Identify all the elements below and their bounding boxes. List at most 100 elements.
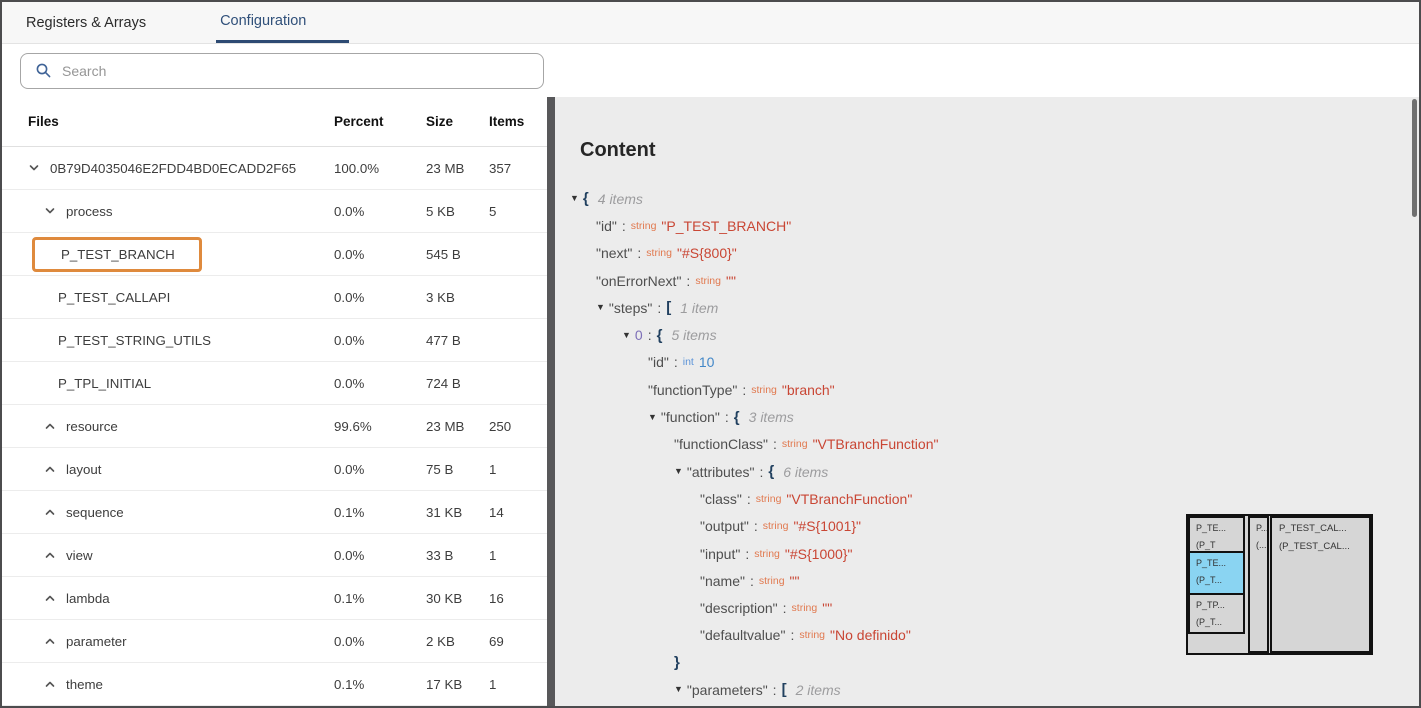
file-row-P_TEST_CALLAPI[interactable]: P_TEST_CALLAPI0.0%3 KB: [2, 276, 547, 319]
file-row-0B79D4035046E2FDD4BD0ECADD2F65[interactable]: 0B79D4035046E2FDD4BD0ECADD2F65100.0%23 M…: [2, 147, 547, 190]
collapse-toggle-icon[interactable]: ▼: [570, 194, 579, 203]
panel-divider-scrollbar[interactable]: [547, 97, 555, 706]
file-name-cell: P_TEST_CALLAPI: [2, 290, 170, 305]
file-percent: 0.0%: [334, 290, 364, 305]
file-row-theme[interactable]: theme0.1%17 KB1: [2, 663, 547, 706]
file-name-cell: lambda: [2, 591, 110, 606]
flow-minimap[interactable]: P_TE... (P_T P_TE... (P_T... P_TP... (P_…: [1186, 514, 1373, 655]
json-value: "#S{800}": [677, 245, 737, 261]
minimap-node[interactable]: P_TP... (P_T...: [1188, 593, 1245, 634]
collapse-toggle-icon[interactable]: ▼: [596, 303, 605, 312]
file-size: 5 KB: [426, 204, 455, 219]
chevron-up-icon[interactable]: [44, 678, 56, 690]
json-colon: :: [773, 682, 777, 698]
file-items: 1: [489, 677, 496, 692]
file-table-header: Files Percent Size Items: [2, 97, 547, 147]
file-percent: 0.0%: [334, 204, 364, 219]
file-row-P_TEST_BRANCH[interactable]: P_TEST_BRANCH0.0%545 B: [2, 233, 547, 276]
minimap-node-sublabel: (P_T...: [1196, 572, 1241, 589]
json-row: "onErrorNext":string"": [555, 267, 1419, 294]
minimap-node[interactable]: P... (...: [1248, 516, 1269, 653]
chevron-up-icon[interactable]: [44, 549, 56, 561]
json-type-label: int: [683, 356, 694, 368]
items-count: 5 items: [662, 327, 716, 343]
items-count: 1 item: [671, 300, 718, 316]
file-name-cell: parameter: [2, 634, 127, 649]
collapse-toggle-icon[interactable]: ▼: [622, 331, 631, 340]
collapse-toggle-icon[interactable]: ▼: [674, 467, 683, 476]
search-box[interactable]: [20, 53, 544, 89]
file-row-P_TPL_INITIAL[interactable]: P_TPL_INITIAL0.0%724 B: [2, 362, 547, 405]
chevron-down-icon[interactable]: [44, 205, 56, 217]
file-row-layout[interactable]: layout 0.0% 75 B 1: [2, 448, 547, 491]
minimap-node-label: P_TE...: [1196, 555, 1241, 572]
collapse-toggle-icon[interactable]: ▼: [674, 685, 683, 694]
tab-configuration[interactable]: Configuration: [216, 2, 349, 43]
json-row: ▼"attributes":{6 items: [555, 458, 1419, 485]
search-icon: [35, 62, 52, 79]
chevron-up-icon[interactable]: [44, 420, 56, 432]
collapse-toggle-icon[interactable]: ▼: [648, 413, 657, 422]
json-value: "#S{1001}": [793, 518, 861, 534]
file-size: 31 KB: [426, 505, 462, 520]
file-items: 14: [489, 505, 504, 520]
column-header-size: Size: [426, 114, 453, 129]
json-key: "input": [700, 546, 740, 562]
chevron-up-icon[interactable]: [44, 463, 56, 475]
file-table-body: 0B79D4035046E2FDD4BD0ECADD2F65100.0%23 M…: [2, 147, 547, 706]
file-name-cell: P_TEST_STRING_UTILS: [2, 333, 211, 348]
file-name-cell: layout: [2, 462, 101, 477]
file-percent: 0.0%: [334, 462, 364, 477]
minimap-node-sublabel: (...: [1256, 537, 1265, 554]
json-colon: :: [759, 464, 763, 480]
chevron-down-icon[interactable]: [28, 162, 40, 174]
file-size: 75 B: [426, 462, 453, 477]
file-row-parameter[interactable]: parameter0.0%2 KB69: [2, 620, 547, 663]
chevron-up-icon[interactable]: [44, 506, 56, 518]
chevron-up-icon[interactable]: [44, 635, 56, 647]
file-name-cell: 0B79D4035046E2FDD4BD0ECADD2F65: [2, 161, 296, 176]
chevron-up-icon[interactable]: [44, 592, 56, 604]
file-name: theme: [66, 677, 103, 692]
file-name: parameter: [66, 634, 127, 649]
items-count: 3 items: [740, 409, 794, 425]
file-items: 1: [489, 462, 496, 477]
file-row-view[interactable]: view0.0%33 B1: [2, 534, 547, 577]
json-value: "": [822, 600, 832, 616]
main-area: Files Percent Size Items 0B79D4035046E2F…: [2, 97, 1419, 706]
file-row-sequence[interactable]: sequence0.1%31 KB14: [2, 491, 547, 534]
json-colon: :: [783, 600, 787, 616]
file-name-cell: P_TEST_BRANCH: [2, 237, 202, 272]
file-percent: 0.0%: [334, 247, 364, 262]
file-row-resource[interactable]: resource99.6%23 MB250: [2, 405, 547, 448]
file-name: process: [66, 204, 113, 219]
file-items: 250: [489, 419, 511, 434]
file-name-cell: resource: [2, 419, 118, 434]
tab-label: Configuration: [220, 13, 306, 29]
file-percent: 99.6%: [334, 419, 372, 434]
json-row: ▼0:{5 items: [555, 321, 1419, 348]
json-colon: :: [657, 300, 661, 316]
items-count: 6 items: [774, 464, 828, 480]
file-row-P_TEST_STRING_UTILS[interactable]: P_TEST_STRING_UTILS0.0%477 B: [2, 319, 547, 362]
search-input[interactable]: [62, 63, 543, 79]
minimap-node-selected[interactable]: P_TE... (P_T...: [1188, 551, 1245, 595]
file-row-process[interactable]: process0.0%5 KB5: [2, 190, 547, 233]
file-size: 724 B: [426, 376, 461, 391]
json-value: "branch": [782, 382, 835, 398]
json-value: 10: [699, 354, 715, 370]
file-items: 69: [489, 634, 504, 649]
file-row-lambda[interactable]: lambda0.1%30 KB16: [2, 577, 547, 620]
file-name: P_TEST_BRANCH: [32, 237, 202, 272]
json-row: ▼"function":{3 items: [555, 403, 1419, 430]
vertical-scrollbar-thumb[interactable]: [1412, 99, 1417, 217]
file-percent: 0.0%: [334, 548, 364, 563]
tab-registers-and-arrays[interactable]: Registers & Arrays: [22, 2, 150, 43]
json-value: "VTBranchFunction": [786, 491, 912, 507]
json-type-label: string: [695, 275, 721, 287]
minimap-node[interactable]: P_TE... (P_T: [1188, 516, 1245, 553]
minimap-node[interactable]: P_TEST_CAL... (P_TEST_CAL...: [1270, 516, 1371, 653]
file-name: P_TPL_INITIAL: [58, 376, 151, 391]
file-size: 23 MB: [426, 161, 464, 176]
json-row: "next":string"#S{800}": [555, 240, 1419, 267]
